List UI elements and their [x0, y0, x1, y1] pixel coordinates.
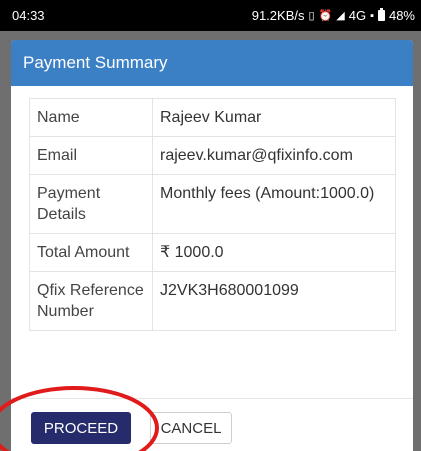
table-row: Total Amount ₹ 1000.0 [29, 233, 396, 272]
table-row: Payment Details Monthly fees (Amount:100… [29, 174, 396, 234]
row-label: Payment Details [29, 174, 153, 234]
row-label: Email [29, 136, 153, 175]
payment-summary-dialog: Payment Summary Name Rajeev Kumar Email … [11, 40, 413, 451]
alarm-icon: ⏰ [318, 10, 333, 22]
row-value: ₹ 1000.0 [152, 233, 396, 272]
table-row: Email rajeev.kumar@qfixinfo.com [29, 136, 396, 175]
row-value: Rajeev Kumar [152, 98, 396, 137]
network-type: 4G [348, 8, 367, 23]
dialog-footer-divider [11, 398, 413, 399]
dialog-header: Payment Summary [11, 40, 413, 86]
row-label: Total Amount [29, 233, 153, 272]
status-time: 04:33 [12, 8, 45, 23]
row-value: J2VK3H680001099 [152, 271, 396, 331]
vibrate-icon: ▯ [308, 10, 315, 22]
row-value: rajeev.kumar@qfixinfo.com [152, 136, 396, 175]
cancel-button[interactable]: CANCEL [150, 412, 232, 444]
network-speed: 91.2KB/s [251, 8, 305, 23]
signal-icon: ◢ [336, 10, 345, 22]
battery-icon [377, 8, 385, 21]
row-value: Monthly fees (Amount:1000.0) [152, 174, 396, 234]
table-row: Name Rajeev Kumar [29, 98, 396, 137]
status-icons: 91.2KB/s ▯ ⏰ ◢ 4G ▪ 48% [252, 8, 415, 23]
battery-level: 48% [388, 8, 415, 23]
status-bar: 04:33 91.2KB/s ▯ ⏰ ◢ 4G ▪ 48% [0, 0, 421, 31]
volte-icon: ▪ [370, 9, 374, 22]
proceed-button[interactable]: PROCEED [31, 412, 131, 444]
row-label: Qfix Reference Number [29, 271, 153, 331]
payment-summary-table: Name Rajeev Kumar Email rajeev.kumar@qfi… [29, 98, 396, 331]
dialog-body: Name Rajeev Kumar Email rajeev.kumar@qfi… [11, 86, 413, 331]
table-row: Qfix Reference Number J2VK3H680001099 [29, 271, 396, 331]
dialog-title: Payment Summary [23, 53, 168, 72]
row-label: Name [29, 98, 153, 137]
